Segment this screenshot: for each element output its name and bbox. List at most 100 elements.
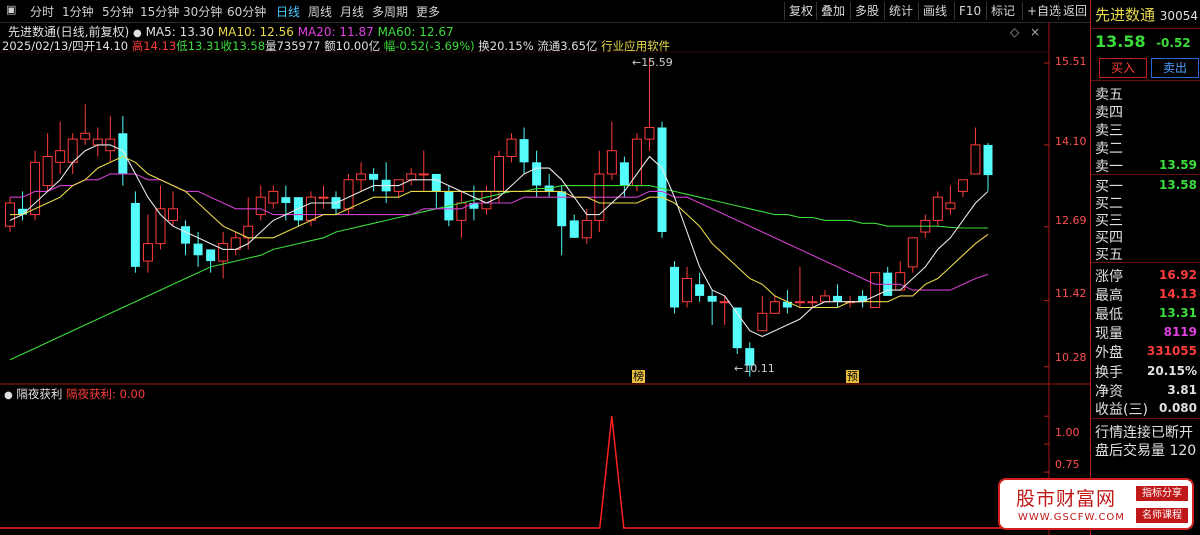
candle-body — [833, 295, 843, 302]
price-tick-label: 12.69 — [1055, 214, 1087, 227]
candle-body — [130, 202, 140, 267]
bid-level: 买五 — [1095, 247, 1123, 263]
quote-panel: 先进数通 30054 13.58 -0.52 -3 买入 卖出 卖五卖四卖三卖二… — [1090, 0, 1200, 535]
candle-body — [606, 150, 617, 175]
candle-body — [218, 243, 229, 262]
indicator-value: 隔夜获利: 0.00 — [66, 387, 146, 401]
candle-body — [305, 196, 316, 221]
price-tick-label: 10.28 — [1055, 351, 1087, 364]
side-stock-name: 先进数通 — [1095, 6, 1156, 24]
indicator-header: ● 隔夜获利 隔夜获利: 0.00 — [4, 386, 145, 402]
candle-body — [92, 138, 103, 146]
candle-body — [794, 301, 805, 304]
ask-level: 卖四 — [1095, 105, 1123, 121]
side-divider — [1091, 80, 1200, 81]
stat-value: 331055 — [1146, 344, 1197, 358]
candle-body — [193, 243, 203, 256]
candle-body — [970, 144, 981, 175]
candle-body — [142, 243, 153, 262]
price-tick-label: 15.51 — [1055, 55, 1087, 68]
candle-body — [519, 139, 529, 163]
candle-body — [406, 173, 417, 181]
watermark-brand: 股市财富网 — [1016, 488, 1117, 510]
stat-value: 0.080 — [1159, 401, 1197, 415]
watermark-tag-top: 指标分享 — [1136, 486, 1188, 501]
candle-body — [807, 301, 818, 304]
candle-body — [557, 191, 567, 227]
candle-body — [369, 173, 379, 180]
candle-body — [42, 156, 53, 187]
connection-status: 行情连接已断开 — [1095, 425, 1193, 441]
candle-body — [682, 277, 693, 303]
candle-body — [719, 301, 730, 304]
candle-body — [481, 190, 492, 210]
candle-body — [456, 202, 467, 221]
candle-body — [206, 249, 216, 262]
low-annotation: ←10.11 — [734, 362, 775, 375]
candle-body — [356, 173, 367, 181]
rank-tag[interactable]: 榜 — [632, 370, 645, 383]
candle-body — [118, 133, 128, 174]
ask-level: 卖三 — [1095, 123, 1123, 139]
candle-body — [983, 144, 993, 176]
forecast-tag[interactable]: 预 — [846, 370, 859, 383]
candle-body — [569, 220, 579, 238]
indicator-name[interactable]: 隔夜获利 — [16, 387, 62, 401]
candle-body — [707, 295, 717, 302]
candle-body — [957, 179, 968, 192]
candle-body — [80, 132, 91, 140]
ask1-price: 13.59 — [1159, 158, 1197, 172]
side-stock-code: 30054 — [1159, 9, 1198, 23]
candle-body — [418, 173, 429, 176]
buy-button[interactable]: 买入 — [1099, 58, 1147, 78]
candle-body — [168, 208, 178, 221]
candle-body — [281, 197, 291, 203]
candle-body — [932, 196, 943, 221]
candle-body — [506, 138, 517, 158]
bid1-price: 13.58 — [1159, 178, 1197, 192]
candle-body — [181, 226, 191, 244]
stat-value: 16.92 — [1159, 268, 1197, 282]
candle-body — [870, 272, 881, 309]
sell-button[interactable]: 卖出 — [1151, 58, 1199, 78]
stat-value: 3.81 — [1167, 383, 1197, 397]
high-mark-value: 15.59 — [641, 56, 673, 69]
stat-value: 13.31 — [1159, 306, 1197, 320]
candle-body — [268, 190, 279, 204]
side-price: 13.58 — [1095, 32, 1146, 51]
candle-body — [318, 196, 329, 199]
indicator-tick-label: 1.00 — [1055, 426, 1080, 439]
candle-body — [695, 284, 705, 296]
site-watermark: 股市财富网 WWW.GSCFW.COM 指标分享 名师课程 — [998, 478, 1194, 530]
candle-body — [494, 156, 504, 192]
watermark-tag-bottom: 名师课程 — [1136, 508, 1188, 523]
candle-body — [532, 162, 542, 186]
stat-value: 14.13 — [1159, 287, 1197, 301]
indicator-settings-icon[interactable]: ● — [4, 390, 13, 401]
candle-body — [907, 237, 918, 268]
candle-body — [945, 202, 956, 210]
after-hours-volume: 盘后交易量 120 — [1095, 443, 1197, 459]
candle-body — [820, 295, 830, 303]
price-tick-label: 14.10 — [1055, 135, 1087, 148]
stat-value: 20.15% — [1147, 364, 1197, 378]
side-divider — [1091, 418, 1200, 419]
ask-level: 卖二 — [1095, 141, 1123, 157]
candle-body — [581, 219, 592, 239]
watermark-url: WWW.GSCFW.COM — [1018, 512, 1125, 523]
candle-body — [757, 312, 768, 332]
candle-body — [670, 266, 680, 308]
indicator-tick-label: 0.75 — [1055, 458, 1080, 471]
stat-value: 8119 — [1163, 325, 1197, 339]
side-divider — [1091, 28, 1200, 29]
candle-body — [619, 162, 629, 186]
low-mark-value: 10.11 — [743, 362, 775, 375]
side-header: 先进数通 30054 — [1095, 4, 1200, 25]
candle-body — [644, 126, 655, 140]
candle-body — [343, 179, 354, 210]
price-tick-label: 11.42 — [1055, 287, 1087, 300]
side-change: -0.52 — [1156, 36, 1191, 50]
candle-body — [255, 196, 266, 216]
side-divider — [1091, 262, 1200, 263]
kline-chart[interactable] — [0, 0, 1090, 535]
